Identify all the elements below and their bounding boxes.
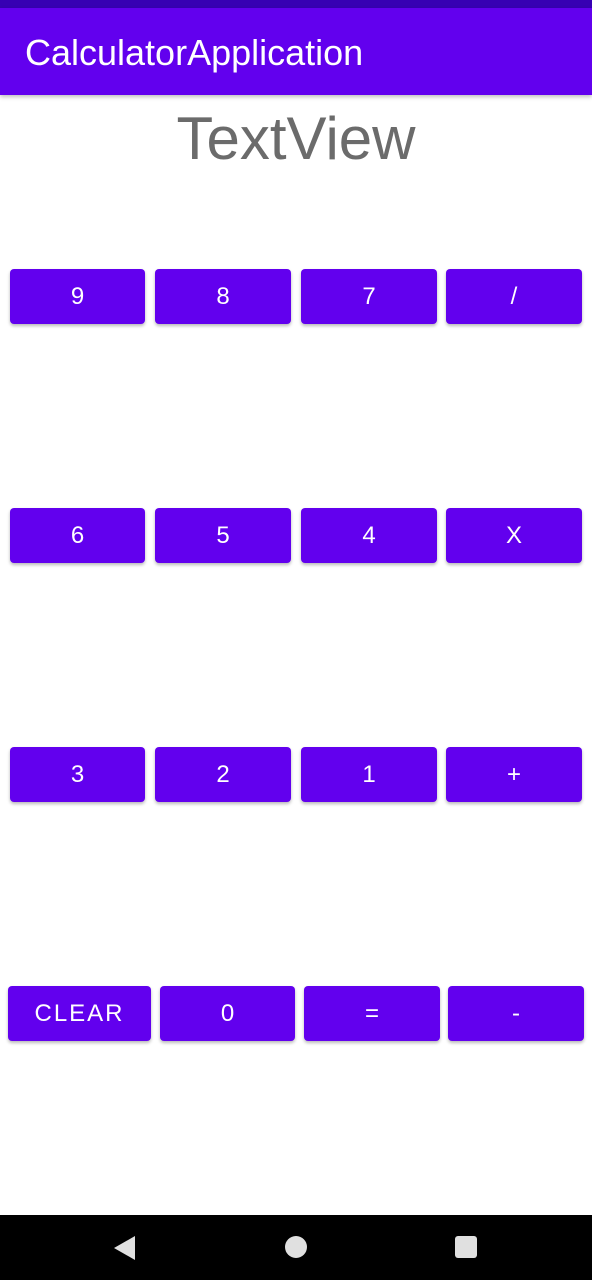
digit-5-button[interactable]: 5 — [155, 508, 291, 563]
multiply-button[interactable]: X — [446, 508, 582, 563]
digit-3-button[interactable]: 3 — [10, 747, 145, 802]
digit-0-button[interactable]: 0 — [160, 986, 295, 1041]
clear-button[interactable]: CLEAR — [8, 986, 151, 1041]
divide-button[interactable]: / — [446, 269, 582, 324]
digit-9-button[interactable]: 9 — [10, 269, 145, 324]
recents-icon[interactable] — [455, 1236, 477, 1258]
app-title: CalculatorApplication — [25, 32, 364, 73]
digit-8-button[interactable]: 8 — [155, 269, 291, 324]
home-icon[interactable] — [285, 1236, 307, 1258]
navigation-bar — [0, 1215, 592, 1280]
digit-4-button[interactable]: 4 — [301, 508, 437, 563]
subtract-button[interactable]: - — [448, 986, 584, 1041]
back-icon[interactable] — [114, 1236, 135, 1260]
app-bar: CalculatorApplication — [0, 8, 592, 95]
equals-button[interactable]: = — [304, 986, 440, 1041]
add-button[interactable]: + — [446, 747, 582, 802]
digit-7-button[interactable]: 7 — [301, 269, 437, 324]
result-display: TextView — [176, 105, 416, 172]
digit-1-button[interactable]: 1 — [301, 747, 437, 802]
digit-2-button[interactable]: 2 — [155, 747, 291, 802]
digit-6-button[interactable]: 6 — [10, 508, 145, 563]
status-bar — [0, 0, 592, 8]
